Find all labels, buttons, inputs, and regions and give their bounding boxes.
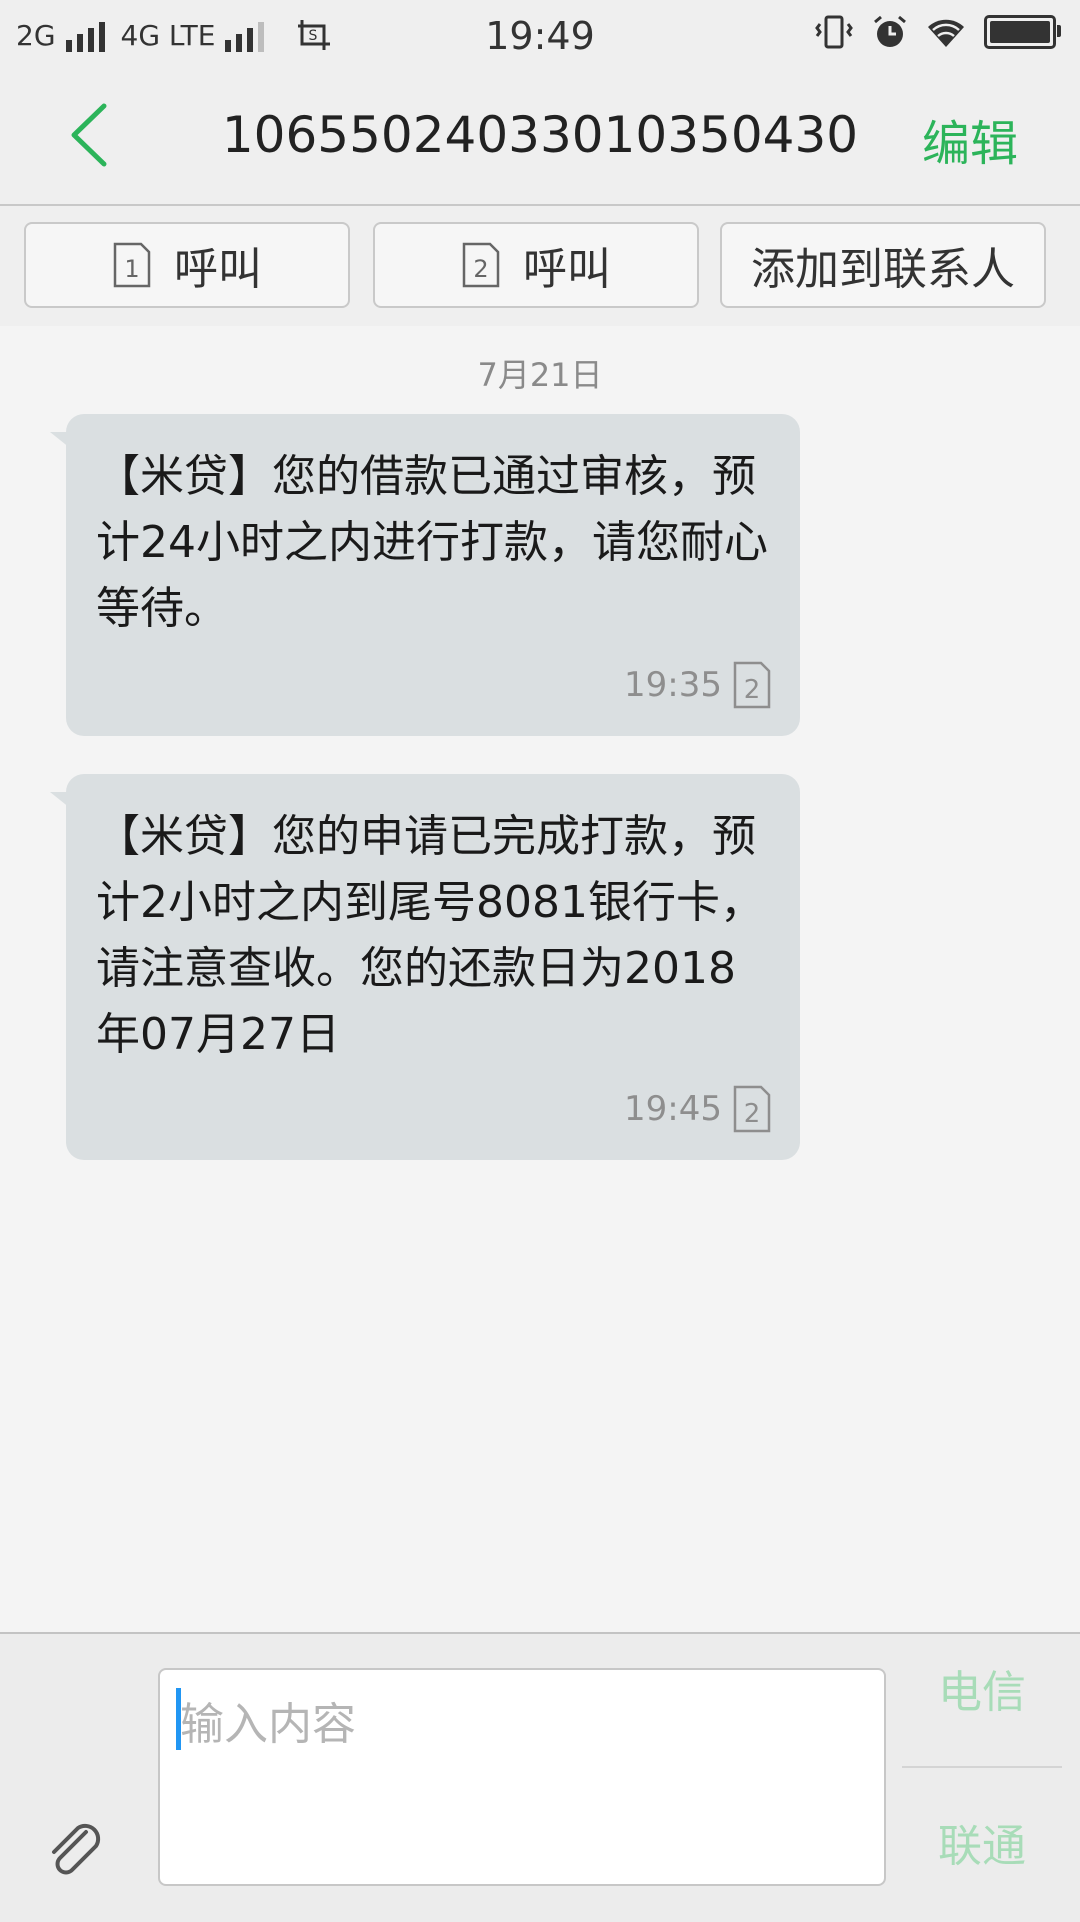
conversation-header: 10655024033010350430 编辑 (0, 70, 1080, 206)
message-meta: 19:35 2 (624, 660, 772, 710)
message-bubble[interactable]: 【米贷】您的借款已通过审核，预计24小时之内进行打款，请您耐心等待。 19:35… (66, 414, 800, 736)
message-input[interactable]: 输入内容 (158, 1668, 886, 1886)
alarm-icon (874, 15, 906, 47)
svg-text:2: 2 (744, 675, 761, 705)
battery-icon (984, 15, 1061, 49)
action-bar: 1 呼叫 2 呼叫 添加到联系人 (0, 206, 1080, 326)
sim-card-icon: 2 (733, 661, 771, 709)
message-text: 【米贷】您的借款已通过审核，预计24小时之内进行打款，请您耐心等待。 (96, 451, 768, 634)
conversation-date: 7月21日 (477, 356, 603, 394)
status-bar: 2G 4G LTE S 19:49 (0, 0, 1080, 70)
conversation-title: 10655024033010350430 (221, 106, 859, 164)
sim-card-2-icon: 2 (462, 242, 500, 288)
call-sim2-button[interactable]: 2 呼叫 (373, 222, 699, 308)
message-text: 【米贷】您的申请已完成打款，预计2小时之内到尾号8081银行卡，请注意查收。您的… (96, 811, 764, 1060)
call-sim1-button[interactable]: 1 呼叫 (24, 222, 350, 308)
paperclip-icon[interactable] (46, 1820, 108, 1882)
send-sim2-button[interactable]: 联通 (902, 1810, 1062, 1874)
svg-text:2: 2 (473, 255, 488, 283)
status-right (814, 14, 1061, 50)
svg-text:2: 2 (744, 1099, 761, 1129)
call-sim2-label: 呼叫 (523, 244, 611, 295)
svg-text:1: 1 (124, 255, 139, 283)
message-composer: 输入内容 电信 联通 (0, 1632, 1080, 1922)
send-divider (902, 1766, 1062, 1768)
send-sim1-button[interactable]: 电信 (902, 1656, 1062, 1720)
sim-card-icon: 2 (733, 1085, 771, 1133)
message-input-placeholder: 输入内容 (180, 1699, 356, 1750)
message-time: 19:35 (624, 665, 722, 705)
sim-card-1-icon: 1 (113, 242, 151, 288)
add-to-contacts-label: 添加到联系人 (751, 244, 1015, 295)
call-sim1-label: 呼叫 (174, 244, 262, 295)
wifi-icon (928, 19, 964, 47)
message-time: 19:45 (624, 1089, 722, 1129)
add-to-contacts-button[interactable]: 添加到联系人 (720, 222, 1046, 308)
message-meta: 19:45 2 (624, 1084, 772, 1134)
message-bubble[interactable]: 【米贷】您的申请已完成打款，预计2小时之内到尾号8081银行卡，请注意查收。您的… (66, 774, 800, 1160)
vibrate-icon (815, 15, 853, 49)
edit-button[interactable]: 编辑 (922, 104, 1018, 174)
